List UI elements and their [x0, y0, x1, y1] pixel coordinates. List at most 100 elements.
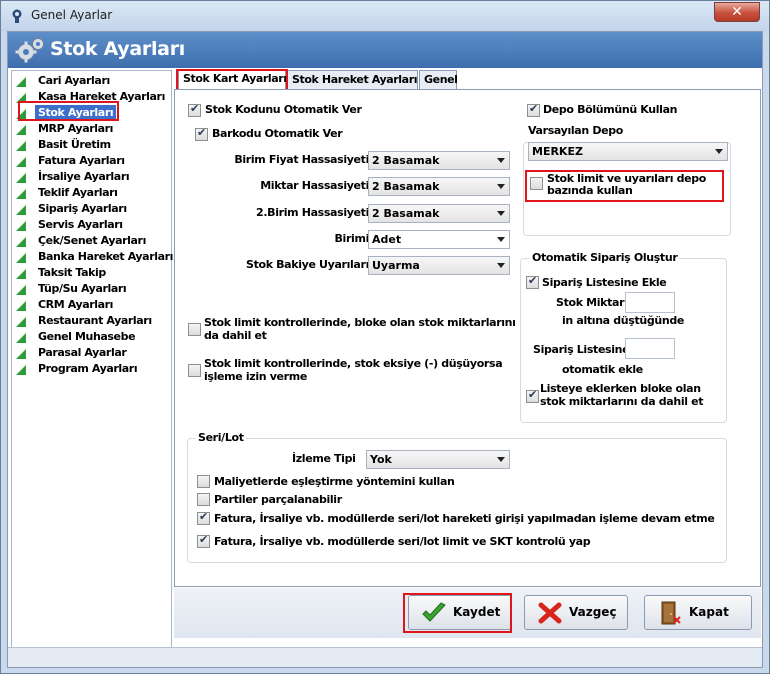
default-depot-label: Varsayılan Depo: [528, 124, 623, 137]
use-depot-label: Depo Bölümünü Kullan: [543, 103, 678, 116]
order-list-label-1: Sipariş Listesine: [533, 343, 630, 356]
tab-genel[interactable]: Genel: [419, 70, 458, 90]
add-to-order-list-checkbox[interactable]: [526, 274, 539, 289]
limit-negative-label-2: işleme izin verme: [204, 370, 307, 383]
green-triangle-icon: [16, 317, 26, 327]
tracking-type-select[interactable]: Yok: [366, 450, 510, 469]
continue-without-label: Fatura, İrsaliye vb. modüllerde seri/lot…: [214, 512, 715, 525]
default-depot-select[interactable]: MERKEZ: [528, 142, 728, 161]
cancel-button[interactable]: Vazgeç: [524, 595, 628, 630]
gears-icon: [15, 38, 44, 63]
section-header: Stok Ayarları: [8, 32, 762, 68]
window-title: Genel Ayarlar: [31, 8, 113, 22]
green-triangle-icon: [16, 269, 26, 279]
sidebar-item-genel-muhasebe[interactable]: Genel Muhasebe: [16, 329, 171, 345]
unit-select[interactable]: Adet: [368, 230, 510, 249]
unit-label: Birimi: [334, 232, 370, 245]
depot-limits-label-2: bazında kullan: [547, 184, 633, 197]
auto-code-label: Stok Kodunu Otomatik Ver: [205, 103, 362, 116]
sidebar-item-taksit[interactable]: Taksit Takip: [16, 265, 171, 281]
green-triangle-icon: [16, 301, 26, 311]
tracking-type-label: İzleme Tipi: [292, 452, 356, 465]
checkmark-icon: [422, 602, 446, 622]
green-triangle-icon: [16, 237, 26, 247]
second-unit-precision-select[interactable]: 2 Basamak: [368, 204, 510, 223]
sidebar-item-cek-senet[interactable]: Çek/Senet Ayarları: [16, 233, 171, 249]
tab-stok-hareket[interactable]: Stok Hareket Ayarları: [287, 70, 418, 90]
sidebar-item-banka[interactable]: Banka Hareket Ayarları: [16, 249, 173, 265]
sidebar-item-mrp[interactable]: MRP Ayarları: [16, 121, 171, 137]
tab-stok-kart[interactable]: Stok Kart Ayarları: [178, 69, 287, 91]
app-icon: [12, 9, 22, 23]
green-triangle-icon: [16, 93, 26, 103]
sidebar-item-kasa[interactable]: Kasa Hareket Ayarları: [16, 89, 171, 105]
auto-order-title: Otomatik Sipariş Oluştur: [530, 251, 680, 264]
limit-blocked-checkbox[interactable]: [188, 323, 201, 336]
sidebar-item-cari[interactable]: Cari Ayarları: [16, 73, 171, 89]
include-blocked-checkbox[interactable]: [526, 388, 539, 403]
stock-qty-input[interactable]: [625, 292, 675, 313]
sidebar-item-siparis[interactable]: Sipariş Ayarları: [16, 201, 171, 217]
serial-lot-title: Seri/Lot: [196, 431, 246, 444]
order-list-label-2: otomatik ekle: [562, 363, 643, 376]
limit-skt-checkbox[interactable]: [197, 533, 210, 548]
include-blocked-label-2: stok miktarlarını da dahil et: [540, 395, 704, 408]
sidebar-item-fatura[interactable]: Fatura Ayarları: [16, 153, 171, 169]
sidebar-item-teklif[interactable]: Teklif Ayarları: [16, 185, 171, 201]
button-bar: Kaydet Vazgeç Kapat: [174, 588, 761, 638]
auto-barcode-label: Barkodu Otomatik Ver: [212, 127, 343, 140]
green-triangle-icon: [16, 141, 26, 151]
close-button[interactable]: Kapat: [644, 595, 752, 630]
green-triangle-icon: [16, 77, 26, 87]
auto-code-checkbox[interactable]: [188, 102, 201, 117]
split-batches-checkbox[interactable]: [197, 493, 210, 506]
sidebar-item-irsaliye[interactable]: İrsaliye Ayarları: [16, 169, 171, 185]
quantity-precision-label: Miktar Hassasiyeti: [260, 179, 369, 192]
red-x-icon: [538, 602, 562, 624]
sidebar-item-program[interactable]: Program Ayarları: [16, 361, 171, 377]
balance-warning-select[interactable]: Uyarma: [368, 256, 510, 275]
green-triangle-icon: [16, 221, 26, 231]
chevron-down-icon: [497, 457, 505, 462]
green-triangle-icon: [16, 253, 26, 263]
window: Genel Ayarlar ✕ Stok Ayarları Cari Ayarl…: [0, 0, 770, 674]
limit-blocked-label-2: da dahil et: [204, 329, 267, 342]
split-batches-label: Partiler parçalanabilir: [214, 493, 342, 506]
use-depot-checkbox[interactable]: [527, 102, 540, 117]
sidebar-item-crm[interactable]: CRM Ayarları: [16, 297, 171, 313]
auto-barcode-checkbox[interactable]: [195, 126, 208, 141]
include-blocked-label-1: Listeye eklerken bloke olan: [540, 382, 701, 395]
second-unit-precision-label: 2.Birim Hassasiyeti: [256, 206, 369, 219]
unit-price-precision-select[interactable]: 2 Basamak: [368, 151, 510, 170]
add-to-order-list-label: Sipariş Listesine Ekle: [542, 276, 667, 289]
green-triangle-icon: [16, 285, 26, 295]
green-triangle-icon: [16, 365, 26, 375]
green-triangle-icon: [16, 109, 26, 119]
sidebar-item-restaurant[interactable]: Restaurant Ayarları: [16, 313, 171, 329]
unit-price-precision-label: Birim Fiyat Hassasiyeti: [234, 153, 369, 166]
chevron-down-icon: [497, 184, 505, 189]
sidebar-item-stok[interactable]: Stok Ayarları: [16, 105, 171, 121]
green-triangle-icon: [16, 205, 26, 215]
sidebar-item-servis[interactable]: Servis Ayarları: [16, 217, 171, 233]
save-button[interactable]: Kaydet: [408, 595, 512, 630]
title-bar[interactable]: Genel Ayarlar ✕: [1, 1, 769, 31]
limit-skt-label: Fatura, İrsaliye vb. modüllerde seri/lot…: [214, 535, 591, 548]
sidebar-item-parasal[interactable]: Parasal Ayarlar: [16, 345, 171, 361]
settings-sidebar: Cari Ayarları Kasa Hareket Ayarları Stok…: [11, 70, 173, 660]
cost-matching-checkbox[interactable]: [197, 475, 210, 488]
green-triangle-icon: [16, 333, 26, 343]
order-list-input[interactable]: [625, 338, 675, 359]
limit-negative-checkbox[interactable]: [188, 364, 201, 377]
client-area: Stok Ayarları Cari Ayarları Kasa Hareket…: [7, 31, 763, 668]
continue-without-checkbox[interactable]: [197, 510, 210, 525]
door-exit-icon: [661, 601, 681, 625]
depot-limits-checkbox[interactable]: [530, 177, 543, 190]
stock-qty-label-1: Stok Miktarı: [556, 296, 628, 309]
green-triangle-icon: [16, 157, 26, 167]
sidebar-item-tup-su[interactable]: Tüp/Su Ayarları: [16, 281, 171, 297]
quantity-precision-select[interactable]: 2 Basamak: [368, 177, 510, 196]
chevron-down-icon: [497, 237, 505, 242]
sidebar-item-basit-uretim[interactable]: Basit Üretim: [16, 137, 171, 153]
window-close-button[interactable]: ✕: [714, 2, 760, 22]
